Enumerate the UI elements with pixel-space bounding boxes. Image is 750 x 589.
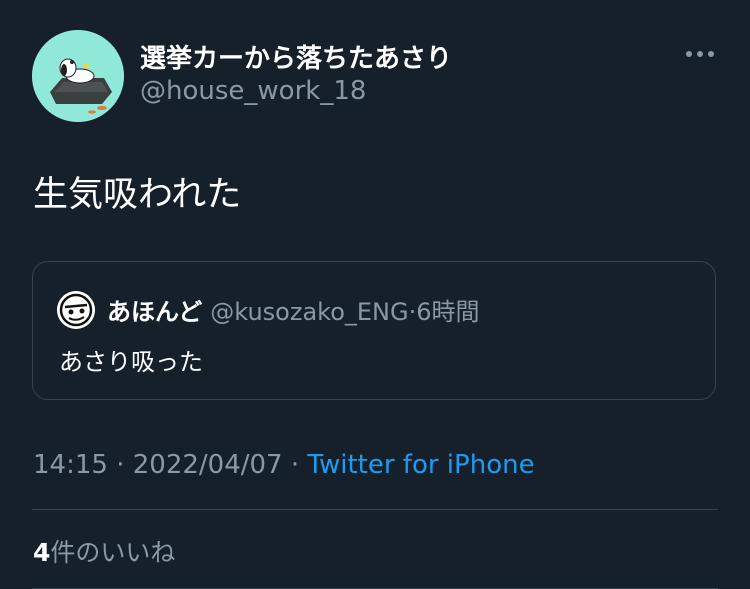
tweet-source-link[interactable]: Twitter for iPhone [307, 450, 534, 480]
tweet-date[interactable]: 2022/04/07 [133, 450, 283, 480]
tweet-text: 生気吸われた [33, 175, 242, 215]
more-horizontal-icon[interactable] [684, 44, 716, 64]
quoted-author-name[interactable]: あほんど [107, 298, 202, 326]
snoopy-on-roof-avatar-icon [32, 30, 124, 122]
tweet-detail: 選挙カーから落ちたあさり @house_work_18 生気吸われた あほんど @… [0, 0, 750, 589]
quoted-tweet-card[interactable]: あほんど @kusozako_ENG·6時間 あさり吸った [32, 261, 716, 400]
meta-separator-2: · [282, 450, 308, 480]
author-display-name[interactable]: 選挙カーから落ちたあさり [140, 38, 452, 75]
tweet-time[interactable]: 14:15 [33, 450, 108, 480]
divider [32, 509, 718, 510]
doodle-face-avatar-icon [57, 291, 95, 329]
meta-separator-1: · [107, 450, 133, 480]
quoted-tweet-time[interactable]: 6時間 [416, 298, 479, 326]
likes-label: 件のいいね [50, 538, 176, 567]
quoted-author-handle[interactable]: @kusozako_ENG [210, 298, 408, 326]
author-handle[interactable]: @house_work_18 [140, 76, 366, 106]
quoted-author-avatar[interactable] [57, 291, 95, 329]
likes-count: 4 [33, 538, 51, 567]
likes-count-link[interactable]: 4件のいいね [33, 533, 175, 569]
author-avatar[interactable] [32, 30, 124, 122]
quoted-tweet-text: あさり吸った [59, 348, 203, 376]
tweet-meta: 14:15 · 2022/04/07 · Twitter for iPhone [33, 450, 535, 480]
quoted-tweet-header: あほんど @kusozako_ENG·6時間 [107, 292, 480, 327]
